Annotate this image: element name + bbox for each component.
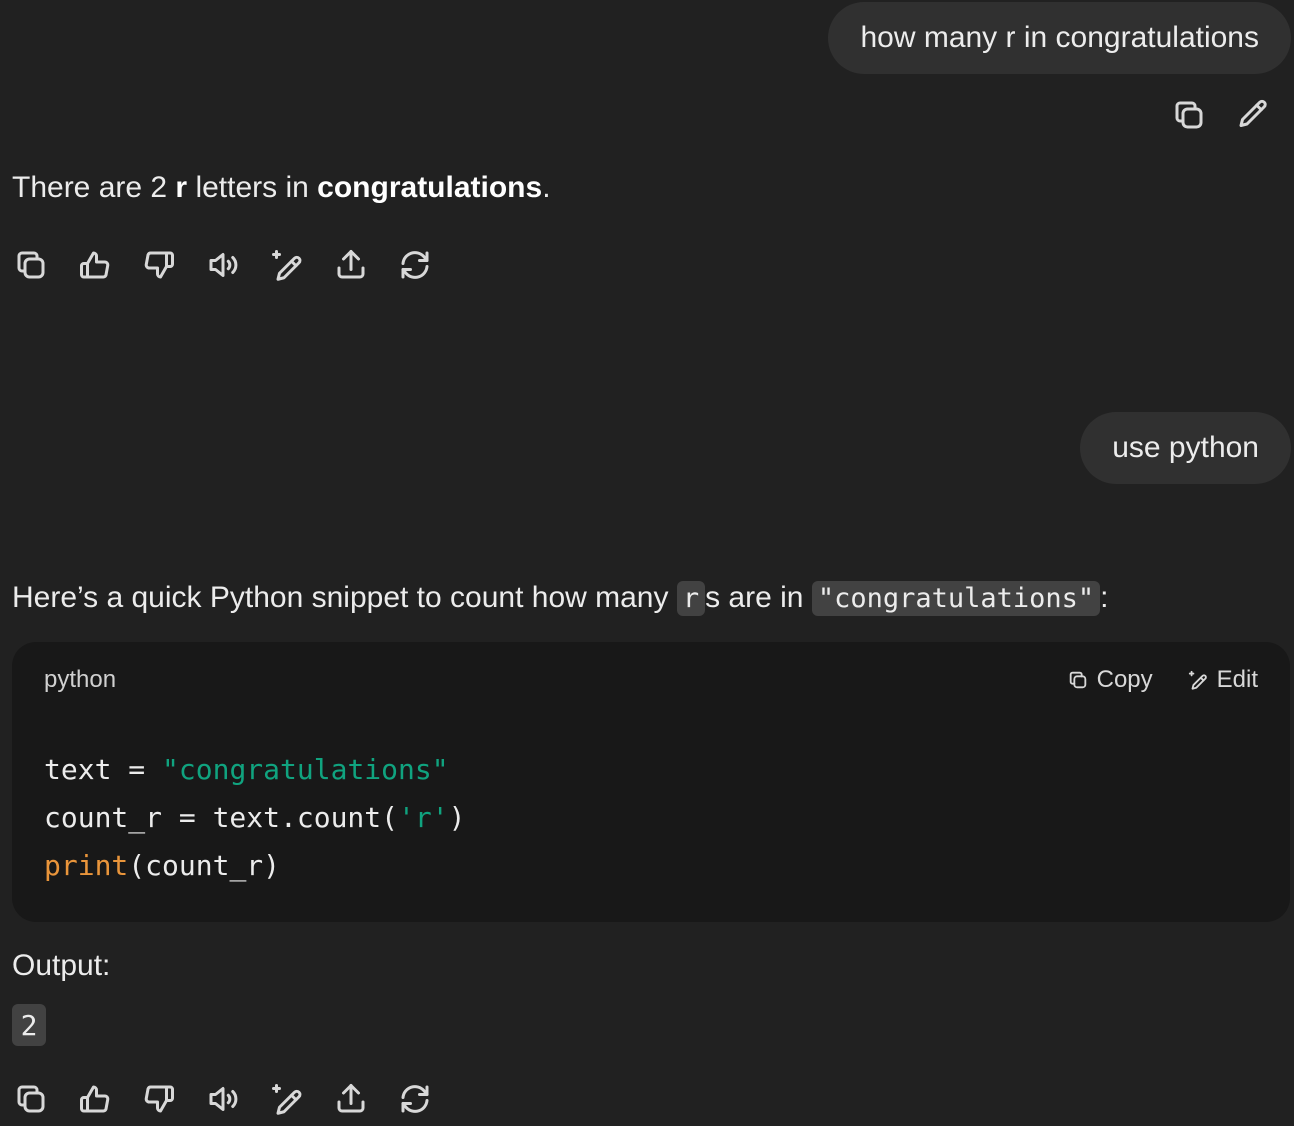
code-content: text = "congratulations" count_r = text.c…: [44, 746, 465, 890]
code-keyword: print: [44, 849, 129, 882]
user-message: how many r in congratulations: [828, 2, 1291, 74]
message-text: .: [542, 171, 551, 204]
user-message-text: how many r in congratulations: [860, 21, 1259, 54]
share-icon[interactable]: [330, 244, 372, 286]
message-text: Here’s a quick Python snippet to count h…: [12, 581, 677, 614]
code-block-actions: Copy Edit: [1067, 666, 1258, 694]
code-string: "congratulations": [162, 753, 449, 786]
code-line: count_r = text.count('r'): [44, 794, 465, 842]
code-language-label: python: [44, 666, 117, 693]
thumbs-down-icon[interactable]: [138, 244, 180, 286]
edit-code-button[interactable]: Edit: [1187, 666, 1258, 694]
thumbs-up-icon[interactable]: [74, 1078, 116, 1120]
edit-sparkle-icon: [1188, 670, 1207, 690]
assistant-message: There are 2 r letters in congratulations…: [12, 168, 551, 208]
code-string: 'r': [398, 801, 449, 834]
user-message: use python: [1080, 412, 1291, 484]
code-token: text =: [44, 753, 163, 786]
bold-text: r: [175, 171, 188, 204]
code-token: (count_r): [128, 849, 281, 882]
assistant-message-actions: [10, 1078, 436, 1120]
output-label: Output:: [12, 949, 111, 982]
user-message-actions: [1168, 94, 1274, 136]
bold-text: congratulations: [317, 171, 543, 204]
code-block: python Copy Edit text = "congratulations…: [12, 642, 1290, 922]
regenerate-icon[interactable]: [394, 1078, 436, 1120]
copy-icon[interactable]: [10, 1078, 52, 1120]
edit-sparkle-icon[interactable]: [266, 1078, 308, 1120]
inline-code: "congratulations": [811, 581, 1101, 616]
copy-label: Copy: [1096, 666, 1153, 693]
assistant-message: Here’s a quick Python snippet to count h…: [12, 578, 1109, 619]
message-text: :: [1100, 581, 1109, 614]
code-line: text = "congratulations": [44, 746, 465, 794]
inline-code: r: [676, 581, 706, 616]
assistant-message-actions: [10, 244, 436, 286]
message-text: There are 2: [12, 171, 176, 204]
thumbs-up-icon[interactable]: [74, 244, 116, 286]
user-message-text: use python: [1112, 431, 1259, 464]
chat-thread: how many r in congratulations There are …: [0, 0, 1294, 1126]
edit-sparkle-icon[interactable]: [266, 244, 308, 286]
copy-icon[interactable]: [10, 244, 52, 286]
edit-label: Edit: [1216, 666, 1258, 693]
code-line: print(count_r): [44, 842, 465, 890]
message-text: letters in: [187, 171, 318, 204]
code-token: count_r = text.count(: [44, 801, 399, 834]
read-aloud-icon[interactable]: [202, 244, 244, 286]
thumbs-down-icon[interactable]: [138, 1078, 180, 1120]
output-value: 2: [12, 1004, 46, 1046]
copy-code-button[interactable]: Copy: [1067, 666, 1153, 694]
read-aloud-icon[interactable]: [202, 1078, 244, 1120]
code-token: ): [448, 801, 466, 834]
message-text: s are in: [705, 581, 812, 614]
copy-icon[interactable]: [1168, 94, 1210, 136]
share-icon[interactable]: [330, 1078, 372, 1120]
edit-pencil-icon[interactable]: [1232, 94, 1274, 136]
code-block-header: python Copy Edit: [44, 662, 1258, 698]
regenerate-icon[interactable]: [394, 244, 436, 286]
copy-icon: [1069, 671, 1086, 689]
